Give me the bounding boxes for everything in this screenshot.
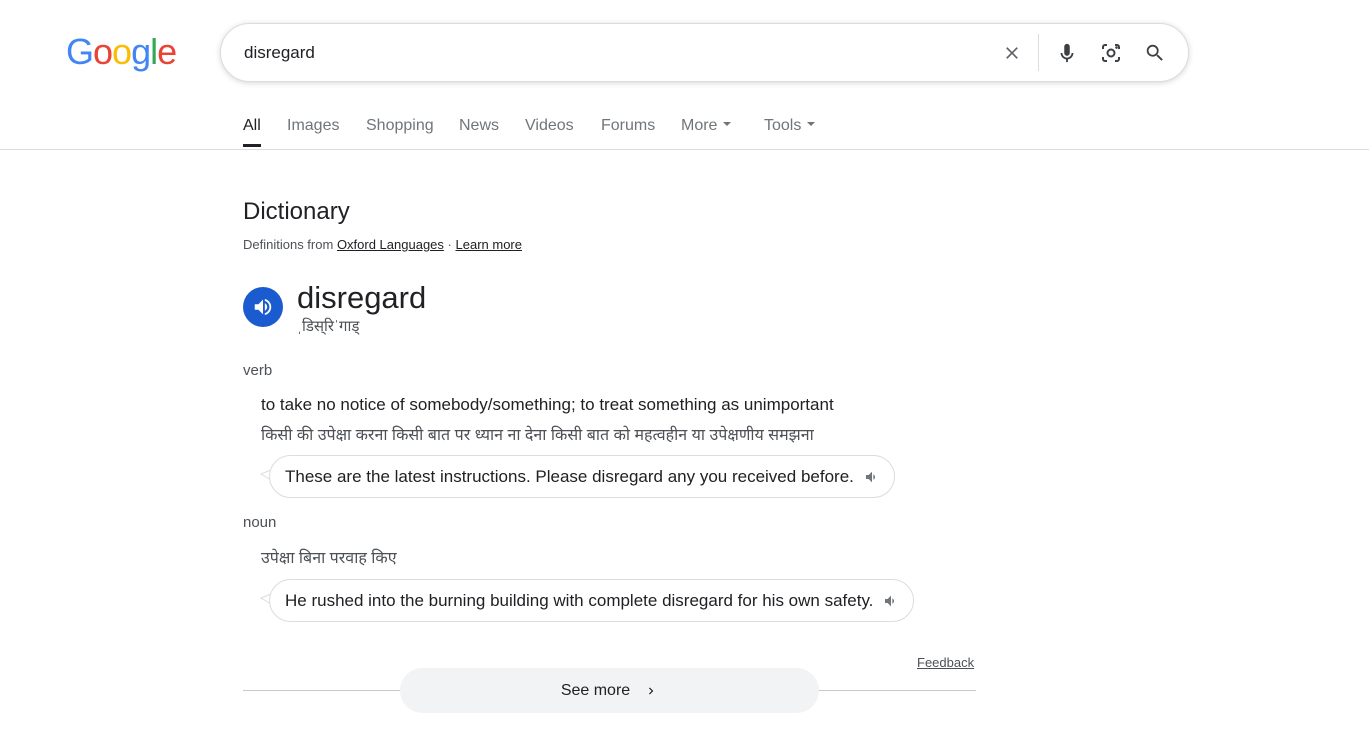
see-more-label: See more [560, 681, 631, 699]
tab-more-label: More [681, 117, 718, 134]
google-logo[interactable]: Google [66, 30, 177, 74]
example-text: These are the latest instructions. Pleas… [285, 466, 854, 486]
example-sentence: These are the latest instructions. Pleas… [269, 455, 895, 498]
search-tabs: All Images Shopping News Videos Forums M… [0, 108, 1369, 150]
search-icon[interactable] [1140, 38, 1170, 68]
source-prefix: Definitions from [243, 237, 334, 252]
source-separator: · [447, 237, 452, 252]
see-more-button[interactable]: See more [400, 668, 819, 713]
search-divider [1038, 34, 1039, 71]
tab-news[interactable]: News [459, 116, 499, 136]
definition-text: to take no notice of somebody/something;… [261, 395, 834, 414]
example-speaker-icon[interactable] [864, 469, 880, 485]
example-text: He rushed into the burning building with… [285, 590, 874, 610]
tab-all[interactable]: All [243, 116, 261, 147]
logo-letter: o [93, 31, 113, 72]
feedback-link[interactable]: Feedback [917, 655, 974, 670]
example-speaker-icon[interactable] [883, 593, 899, 609]
tab-shopping[interactable]: Shopping [366, 116, 434, 136]
phonetic: ˌडिस्‌रिˈगाड् [297, 318, 360, 335]
logo-letter: l [150, 31, 158, 72]
dictionary-source: Definitions from Oxford Languages · Lear… [243, 237, 522, 252]
tab-videos[interactable]: Videos [525, 116, 574, 136]
example-sentence: He rushed into the burning building with… [269, 579, 915, 622]
part-of-speech-noun: noun [243, 514, 277, 531]
chevron-right-icon [644, 684, 658, 698]
lens-camera-icon[interactable] [1096, 38, 1126, 68]
microphone-icon[interactable] [1052, 38, 1082, 68]
definition-translation: उपेक्षा बिना परवाह किए [261, 550, 397, 567]
dictionary-title: Dictionary [243, 198, 350, 225]
tab-tools[interactable]: Tools [764, 116, 816, 136]
caret-down-icon [807, 121, 816, 126]
pronunciation-audio-button[interactable] [243, 287, 283, 327]
tab-more[interactable]: More [681, 116, 732, 136]
caret-down-icon [723, 121, 732, 126]
definition-translation: किसी की उपेक्षा करना किसी बात पर ध्यान न… [261, 427, 814, 444]
tab-images[interactable]: Images [287, 116, 339, 136]
logo-letter: e [157, 31, 177, 72]
clear-icon[interactable] [997, 38, 1027, 68]
oxford-languages-link[interactable]: Oxford Languages [337, 237, 444, 252]
search-input[interactable] [244, 24, 984, 81]
logo-letter: o [112, 31, 132, 72]
speaker-icon [254, 298, 272, 316]
part-of-speech-verb: verb [243, 362, 273, 379]
logo-letter: G [66, 31, 94, 72]
tab-tools-label: Tools [764, 117, 802, 134]
search-box [220, 23, 1189, 82]
headword: disregard [297, 280, 427, 315]
tab-forums[interactable]: Forums [601, 116, 655, 136]
logo-letter: g [131, 31, 151, 72]
learn-more-link[interactable]: Learn more [456, 237, 522, 252]
